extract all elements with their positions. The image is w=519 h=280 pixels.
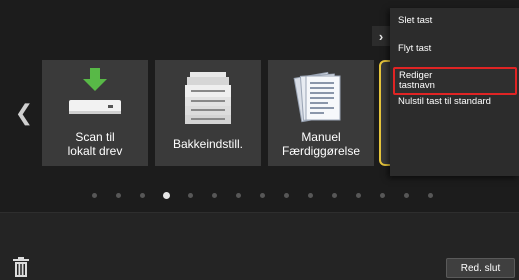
page-dot[interactable] <box>140 193 145 198</box>
home-screen: ❮ Scan til lokalt drev Bakkeindstill. Ma… <box>0 0 519 280</box>
page-dot[interactable] <box>356 193 361 198</box>
page-dot[interactable] <box>428 193 433 198</box>
menu-item-move-key[interactable]: Flyt tast <box>398 43 431 54</box>
page-indicator <box>0 190 519 202</box>
finish-editing-button[interactable]: Red. slut <box>446 258 515 278</box>
page-dot[interactable] <box>332 193 337 198</box>
printer-tray-icon <box>155 66 261 128</box>
page-dot[interactable] <box>92 193 97 198</box>
page-dot[interactable] <box>260 193 265 198</box>
trash-icon[interactable] <box>12 257 30 277</box>
tile-label: Manuel Færdiggørelse <box>281 130 361 158</box>
page-dot[interactable] <box>380 193 385 198</box>
usb-drive-download-icon <box>42 66 148 128</box>
page-dot[interactable] <box>188 193 193 198</box>
page-dot[interactable] <box>308 193 313 198</box>
page-dot[interactable] <box>404 193 409 198</box>
page-dot-active[interactable] <box>163 192 170 199</box>
menu-item-delete-key[interactable]: Slet tast <box>398 15 432 26</box>
tile-label: Bakkeindstill. <box>172 137 244 151</box>
bottom-bar <box>0 213 519 280</box>
page-dot[interactable] <box>116 193 121 198</box>
tile-label: Scan til lokalt drev <box>67 130 123 158</box>
page-dot[interactable] <box>236 193 241 198</box>
chevron-left-icon[interactable]: ❮ <box>10 96 38 130</box>
tile-tray-settings[interactable]: Bakkeindstill. <box>155 60 261 166</box>
tile-manual-finishing[interactable]: Manuel Færdiggørelse <box>268 60 374 166</box>
key-context-menu: Slet tast Flyt tast Rediger tastnavn Nul… <box>390 8 519 176</box>
page-dot[interactable] <box>284 193 289 198</box>
menu-item-label-line2: tastnavn <box>399 80 435 91</box>
tile-scan-to-local-drive[interactable]: Scan til lokalt drev <box>42 60 148 166</box>
chevron-right-icon[interactable]: › <box>372 26 390 46</box>
manual-finishing-documents-icon <box>268 66 374 128</box>
menu-item-reset-key[interactable]: Nulstil tast til standard <box>398 96 491 107</box>
page-dot[interactable] <box>212 193 217 198</box>
menu-item-edit-key-name[interactable]: Rediger tastnavn <box>393 67 517 95</box>
